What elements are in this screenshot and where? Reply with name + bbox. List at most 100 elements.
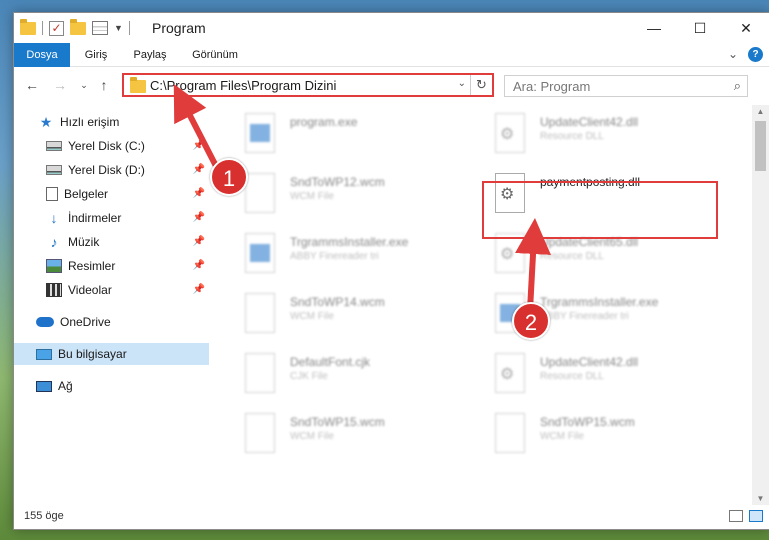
- nav-item-pictures[interactable]: Resimler 📌: [14, 255, 209, 277]
- drive-icon: [46, 141, 62, 151]
- nav-item-local-disk-c[interactable]: Yerel Disk (C:) 📌: [14, 135, 209, 157]
- forward-arrow-icon[interactable]: →: [50, 75, 70, 95]
- details-view-icon[interactable]: [729, 510, 743, 522]
- search-input[interactable]: Ara: Program ⌕: [504, 75, 748, 97]
- pin-icon[interactable]: 📌: [193, 164, 205, 175]
- file-name: DefaultFont.cjk: [290, 355, 371, 369]
- tiles-view-icon[interactable]: [749, 510, 763, 522]
- file-type: Resource DLL: [540, 251, 604, 262]
- file-item[interactable]: SndToWP14.wcm WCM File: [214, 285, 462, 341]
- vertical-scrollbar[interactable]: ▲ ▼: [752, 105, 769, 505]
- file-name: TrgrammsInstaller.exe: [290, 235, 409, 249]
- scrollbar-thumb[interactable]: [755, 121, 766, 171]
- nav-item-network[interactable]: Ağ: [14, 375, 209, 397]
- nav-item-onedrive[interactable]: OneDrive: [14, 311, 209, 333]
- download-icon: ↓: [50, 210, 58, 226]
- status-bar: 155 öge: [14, 505, 769, 529]
- wcm-file-icon: [492, 409, 528, 457]
- file-type: Resource DLL: [540, 371, 604, 382]
- properties-icon[interactable]: [92, 21, 108, 35]
- nav-item-local-disk-d[interactable]: Yerel Disk (D:) 📌: [14, 159, 209, 181]
- file-item[interactable]: program.exe: [214, 105, 462, 161]
- refresh-icon[interactable]: ↻: [470, 75, 492, 95]
- cjk-file-icon: [242, 349, 278, 397]
- computer-icon: [36, 348, 52, 360]
- pin-icon[interactable]: 📌: [193, 188, 205, 199]
- network-icon: [36, 380, 52, 392]
- tab-home[interactable]: Giriş: [76, 43, 116, 67]
- file-type: WCM File: [290, 311, 334, 322]
- nav-item-this-pc[interactable]: Bu bilgisayar: [14, 343, 209, 365]
- help-icon[interactable]: ?: [748, 47, 763, 62]
- scroll-down-icon[interactable]: ▼: [752, 494, 769, 503]
- chevron-down-icon[interactable]: ▼: [114, 23, 123, 33]
- file-type: WCM File: [540, 431, 584, 442]
- file-item[interactable]: UpdateClient42.dll Resource DLL: [464, 105, 712, 161]
- expand-ribbon-icon[interactable]: ⌄: [728, 47, 738, 62]
- pin-icon[interactable]: 📌: [193, 260, 205, 271]
- scroll-up-icon[interactable]: ▲: [752, 107, 769, 116]
- pictures-icon: [46, 259, 62, 273]
- pin-icon[interactable]: 📌: [193, 212, 205, 223]
- nav-item-label: Resimler: [68, 259, 116, 273]
- quick-access-toolbar: ✓ ▼: [20, 18, 130, 37]
- nav-item-label: Belgeler: [64, 187, 109, 201]
- file-item[interactable]: TrgrammsInstaller.exe ABBY Finereader tr…: [464, 285, 712, 341]
- wcm-file-icon: [242, 409, 278, 457]
- nav-item-downloads[interactable]: ↓ İndirmeler 📌: [14, 207, 209, 229]
- nav-item-videos[interactable]: Videolar 📌: [14, 279, 209, 301]
- highlight-box: [482, 181, 718, 239]
- close-button[interactable]: ✕: [723, 13, 769, 43]
- minimize-button[interactable]: —: [631, 13, 677, 43]
- file-name: TrgrammsInstaller.exe: [540, 295, 659, 309]
- file-name: SndToWP15.wcm: [540, 415, 635, 429]
- file-item[interactable]: SndToWP15.wcm WCM File: [464, 405, 712, 461]
- file-item[interactable]: DefaultFont.cjk CJK File: [214, 345, 462, 401]
- file-list: program.exe UpdateClient42.dll Resource …: [214, 105, 742, 505]
- file-item[interactable]: UpdateClient42.dll Resource DLL: [464, 345, 712, 401]
- file-item[interactable]: SndToWP15.wcm WCM File: [214, 405, 462, 461]
- view-switcher: [729, 510, 763, 522]
- window-controls: — ☐ ✕: [631, 13, 769, 43]
- address-path[interactable]: C:\Program Files\Program Dizini: [150, 78, 336, 93]
- nav-item-documents[interactable]: Belgeler 📌: [14, 183, 209, 205]
- ribbon-tabs: Dosya Giriş Paylaş Görünüm ⌄ ?: [14, 43, 769, 67]
- tab-file[interactable]: Dosya: [14, 43, 70, 67]
- file-name: SndToWP14.wcm: [290, 295, 385, 309]
- file-type: WCM File: [290, 191, 334, 202]
- new-folder-icon[interactable]: [70, 18, 86, 35]
- chevron-down-icon[interactable]: ⌄: [458, 78, 466, 89]
- toolbar-divider: [42, 21, 43, 35]
- nav-item-label: Bu bilgisayar: [58, 347, 127, 361]
- toolbar-divider: [128, 21, 130, 35]
- search-placeholder: Ara: Program: [513, 79, 591, 94]
- document-icon: [46, 187, 58, 201]
- step-1-badge: 1: [210, 158, 248, 196]
- back-arrow-icon[interactable]: ←: [22, 75, 42, 95]
- file-item[interactable]: SndToWP12.wcm WCM File: [214, 165, 462, 221]
- nav-item-quick-access[interactable]: ★ Hızlı erişim: [14, 111, 209, 133]
- folder-icon: [130, 77, 146, 93]
- properties-check-icon[interactable]: ✓: [49, 20, 64, 36]
- nav-item-label: Yerel Disk (D:): [68, 163, 145, 177]
- window-title: Program: [152, 20, 206, 36]
- file-item[interactable]: TrgrammsInstaller.exe ABBY Finereader tr…: [214, 225, 462, 281]
- navigation-pane: ★ Hızlı erişim Yerel Disk (C:) 📌 Yerel D…: [14, 105, 209, 505]
- address-bar[interactable]: C:\Program Files\Program Dizini ⌄ ↻: [122, 73, 494, 97]
- file-name: SndToWP15.wcm: [290, 415, 385, 429]
- pin-icon[interactable]: 📌: [193, 140, 205, 151]
- tab-view[interactable]: Görünüm: [184, 43, 246, 67]
- up-arrow-icon[interactable]: ↑: [94, 75, 114, 95]
- maximize-button[interactable]: ☐: [677, 13, 723, 43]
- nav-item-music[interactable]: ♪ Müzik 📌: [14, 231, 209, 253]
- nav-item-label: Müzik: [68, 235, 100, 249]
- tab-share[interactable]: Paylaş: [124, 43, 176, 67]
- drive-icon: [46, 165, 62, 175]
- dll-file-icon: [492, 109, 528, 157]
- title-bar: ✓ ▼ Program — ☐ ✕: [14, 13, 769, 43]
- star-icon: ★: [39, 114, 53, 130]
- pin-icon[interactable]: 📌: [193, 284, 205, 295]
- step-2-badge: 2: [512, 302, 550, 340]
- recent-locations-icon[interactable]: ⌄: [74, 75, 94, 95]
- pin-icon[interactable]: 📌: [193, 236, 205, 247]
